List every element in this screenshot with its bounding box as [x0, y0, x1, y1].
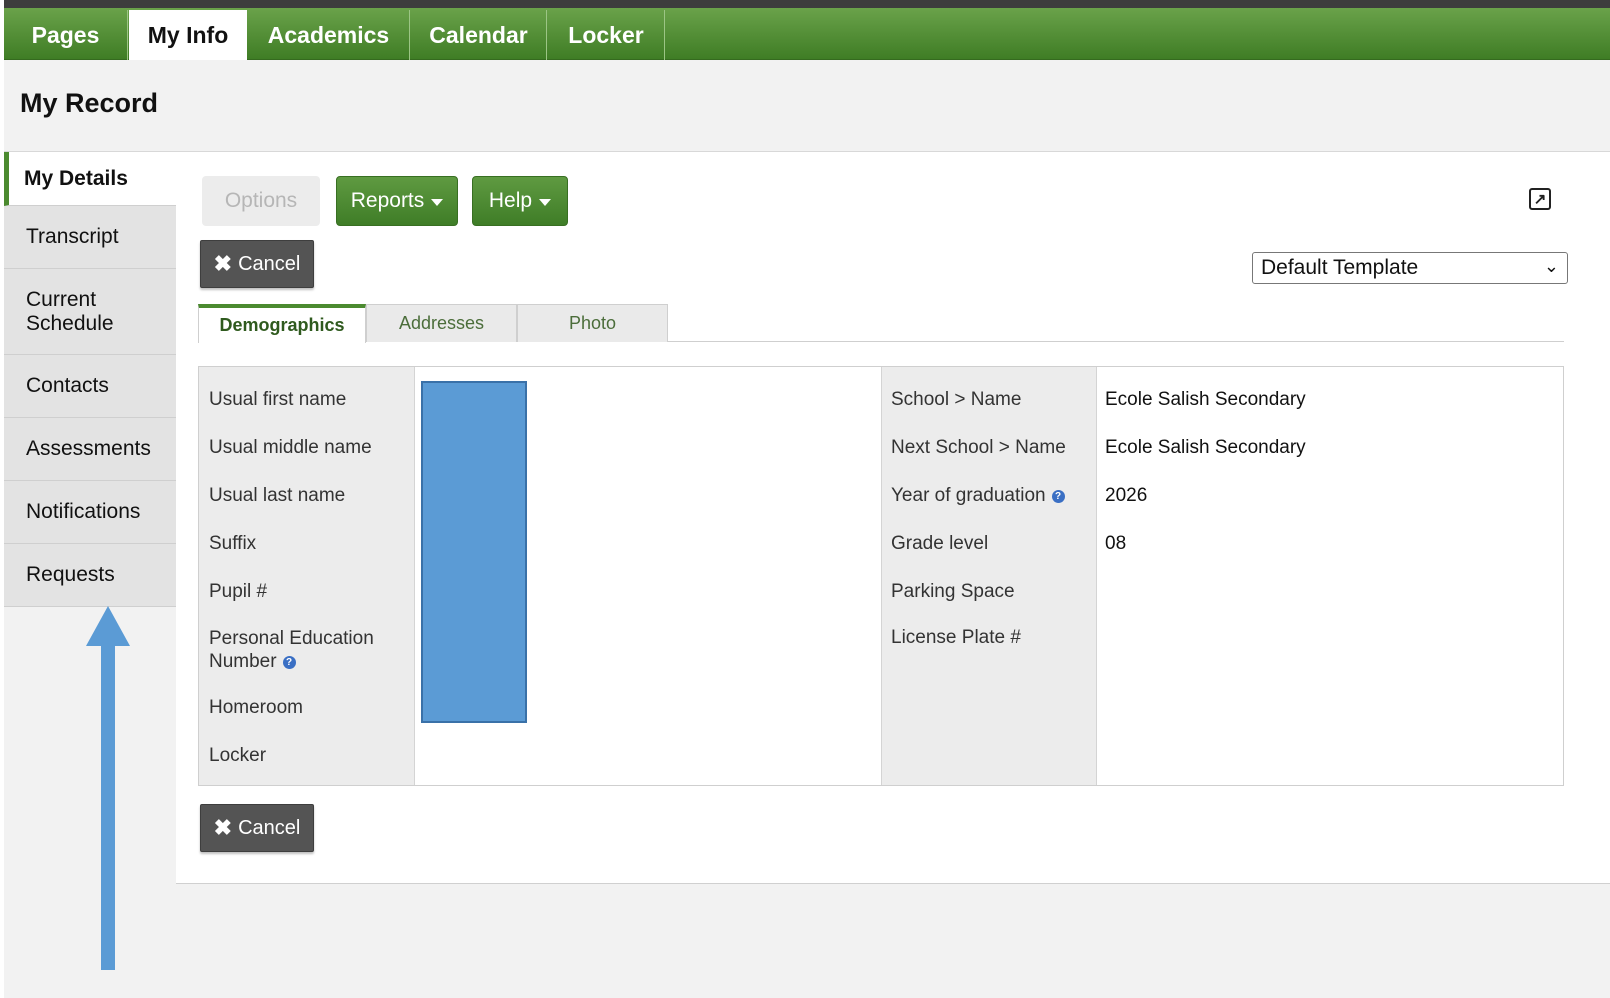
sidebar-item-label: My Details [24, 166, 128, 190]
tab-calendar[interactable]: Calendar [411, 10, 547, 60]
tab-label: Academics [267, 21, 390, 48]
close-icon: ✖ [213, 815, 233, 840]
sidebar-item-label: Current Schedule [26, 287, 114, 335]
label-parking-space: Parking Space [891, 581, 1015, 602]
help-button[interactable]: Help [472, 176, 568, 226]
tab-academics[interactable]: Academics [248, 10, 410, 60]
left-label-column [199, 367, 415, 785]
demographics-details: Usual first name Usual middle name Usual… [198, 366, 1564, 786]
label-grade-level: Grade level [891, 533, 989, 554]
tab-demographics[interactable]: Demographics [198, 304, 366, 343]
value-school-name: Ecole Salish Secondary [1105, 389, 1306, 410]
tab-addresses[interactable]: Addresses [366, 304, 517, 342]
sidebar-item-notifications[interactable]: Notifications [4, 481, 176, 544]
label-next-school-name: Next School > Name [891, 437, 1066, 458]
close-icon: ✖ [213, 251, 233, 276]
subtabs: Demographics Addresses Photo [198, 304, 1564, 343]
chevron-down-icon: ⌄ [1543, 256, 1559, 276]
sidebar-item-label: Assessments [26, 437, 151, 460]
cancel-button-bottom[interactable]: ✖ Cancel [200, 804, 314, 852]
value-next-school-name: Ecole Salish Secondary [1105, 437, 1306, 458]
subtab-label: Addresses [398, 313, 485, 333]
main-content: Options Reports Help ↗ ✖ Cancel Default T… [176, 152, 1610, 884]
cancel-button-top[interactable]: ✖ Cancel [200, 240, 314, 288]
redaction-block [421, 381, 527, 723]
subtab-label: Demographics [219, 315, 345, 335]
tab-label: Pages [31, 21, 100, 48]
label-year-of-graduation: Year of graduation? [891, 485, 1065, 507]
sidebar-item-label: Notifications [26, 500, 141, 523]
label-year-of-graduation-text: Year of graduation [891, 485, 1046, 506]
sidebar-item-contacts[interactable]: Contacts [4, 355, 176, 418]
options-label: Options [224, 189, 298, 212]
reports-button[interactable]: Reports [336, 176, 458, 226]
tab-locker[interactable]: Locker [548, 10, 665, 60]
side-nav: My Details Transcript Current Schedule C… [4, 152, 176, 607]
label-usual-first-name: Usual first name [209, 389, 347, 410]
label-suffix: Suffix [209, 533, 257, 554]
tab-pages[interactable]: Pages [4, 10, 128, 60]
sidebar-item-assessments[interactable]: Assessments [4, 418, 176, 481]
top-nav: Pages My Info Academics Calendar Locker [4, 8, 1610, 61]
tab-my-info[interactable]: My Info [129, 10, 247, 61]
popout-icon[interactable]: ↗ [1529, 188, 1551, 210]
label-license-plate: License Plate # [891, 627, 1021, 648]
label-pupil-number: Pupil # [209, 581, 268, 602]
tab-label: My Info [147, 22, 229, 48]
caret-down-icon [431, 198, 444, 206]
sidebar-item-current-schedule[interactable]: Current Schedule [4, 269, 176, 355]
label-locker: Locker [209, 745, 267, 766]
right-label-column [881, 367, 1097, 785]
value-year-of-graduation: 2026 [1105, 485, 1148, 506]
reports-label: Reports [350, 189, 425, 212]
sidebar-item-label: Transcript [26, 225, 119, 248]
tab-label: Calendar [429, 21, 528, 48]
sidebar-item-my-details[interactable]: My Details [4, 152, 176, 206]
label-usual-middle-name: Usual middle name [209, 437, 372, 458]
page-header: My Record [4, 60, 1610, 152]
sidebar-item-requests[interactable]: Requests [4, 544, 176, 607]
cancel-label: Cancel [238, 252, 301, 275]
tab-photo[interactable]: Photo [517, 304, 668, 342]
template-select[interactable]: Default Template ⌄ [1252, 252, 1568, 284]
options-button[interactable]: Options [202, 176, 320, 226]
value-grade-level: 08 [1105, 533, 1127, 554]
help-label: Help [488, 189, 533, 212]
top-border [4, 0, 1610, 8]
label-school-name: School > Name [891, 389, 1022, 410]
caret-down-icon [539, 198, 552, 206]
template-select-value: Default Template [1261, 256, 1419, 279]
sidebar-item-label: Contacts [26, 374, 109, 397]
page-title: My Record [20, 88, 159, 118]
label-homeroom: Homeroom [209, 697, 303, 718]
info-icon[interactable]: ? [282, 656, 296, 669]
tab-label: Locker [568, 21, 644, 48]
sidebar-item-transcript[interactable]: Transcript [4, 206, 176, 269]
label-usual-last-name: Usual last name [209, 485, 346, 506]
label-personal-education-number: Personal Education Number? [209, 627, 399, 673]
cancel-label: Cancel [238, 816, 301, 839]
sidebar-item-label: Requests [26, 563, 115, 586]
annotation-arrow-head [86, 606, 130, 646]
info-icon[interactable]: ? [1051, 490, 1065, 503]
subtab-label: Photo [568, 313, 617, 333]
annotation-arrow-shaft [101, 644, 115, 970]
